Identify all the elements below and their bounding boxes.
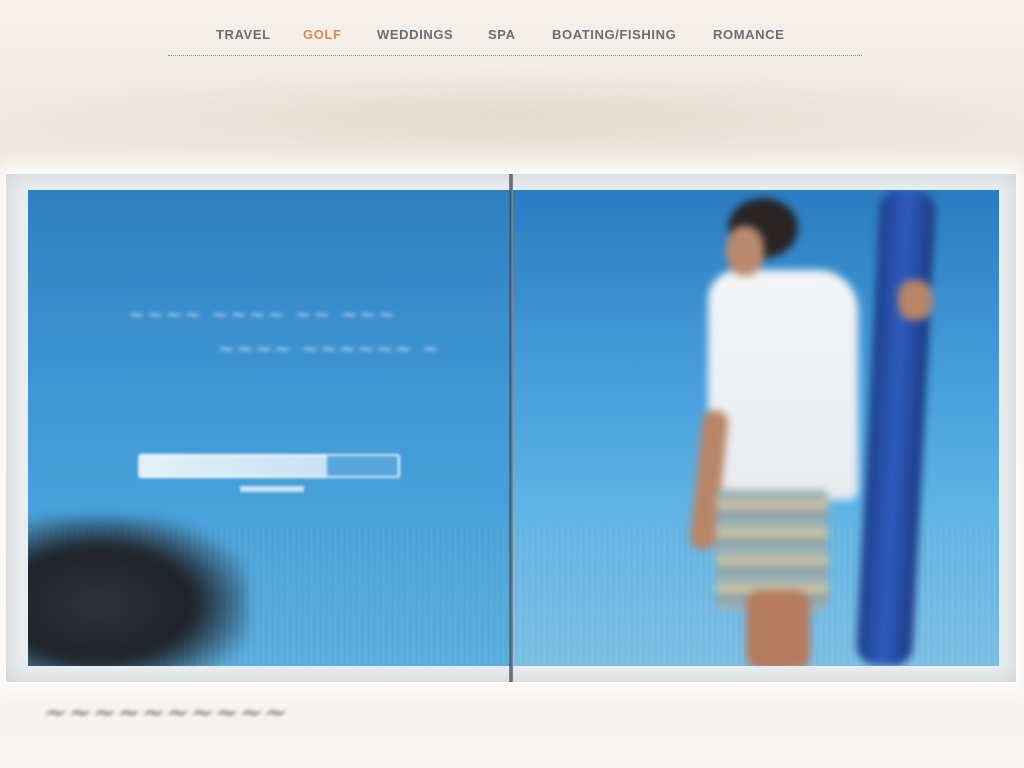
signature-logo[interactable]: ~~~~~~~~~~ — [40, 696, 292, 729]
open-book-spread: ~~~~ ~~~~ ~~ ~~~ ~~~~ ~~~~~~ ~ — [6, 174, 1016, 682]
surfboard — [855, 190, 937, 666]
blurred-input-field[interactable] — [138, 454, 400, 478]
top-navigation: TRAVEL GOLF WEDDINGS SPA BOATING/FISHING… — [168, 22, 862, 56]
nav-item-golf[interactable]: GOLF — [303, 27, 342, 42]
blurred-button[interactable] — [240, 486, 304, 492]
man-with-surfboard-image — [688, 190, 948, 666]
nav-item-boating-fishing[interactable]: BOATING/FISHING — [552, 27, 676, 42]
face — [726, 226, 764, 276]
white-shirt — [708, 270, 858, 500]
nav-item-romance[interactable]: ROMANCE — [713, 27, 784, 42]
nav-item-travel[interactable]: TRAVEL — [216, 27, 271, 42]
rock-image — [28, 516, 248, 666]
nav-item-spa[interactable]: SPA — [488, 27, 516, 42]
book-left-page: ~~~~ ~~~~ ~~ ~~~ ~~~~ ~~~~~~ ~ — [28, 190, 511, 666]
book-right-page — [513, 190, 999, 666]
nav-item-weddings[interactable]: WEDDINGS — [377, 27, 453, 42]
hand — [898, 280, 932, 320]
background-haze — [0, 70, 1024, 160]
blurred-script-line-2: ~~~~ ~~~~~~ ~ — [218, 336, 442, 360]
blurred-script-line-1: ~~~~ ~~~~ ~~ ~~~ — [128, 302, 397, 326]
legs — [746, 590, 810, 666]
